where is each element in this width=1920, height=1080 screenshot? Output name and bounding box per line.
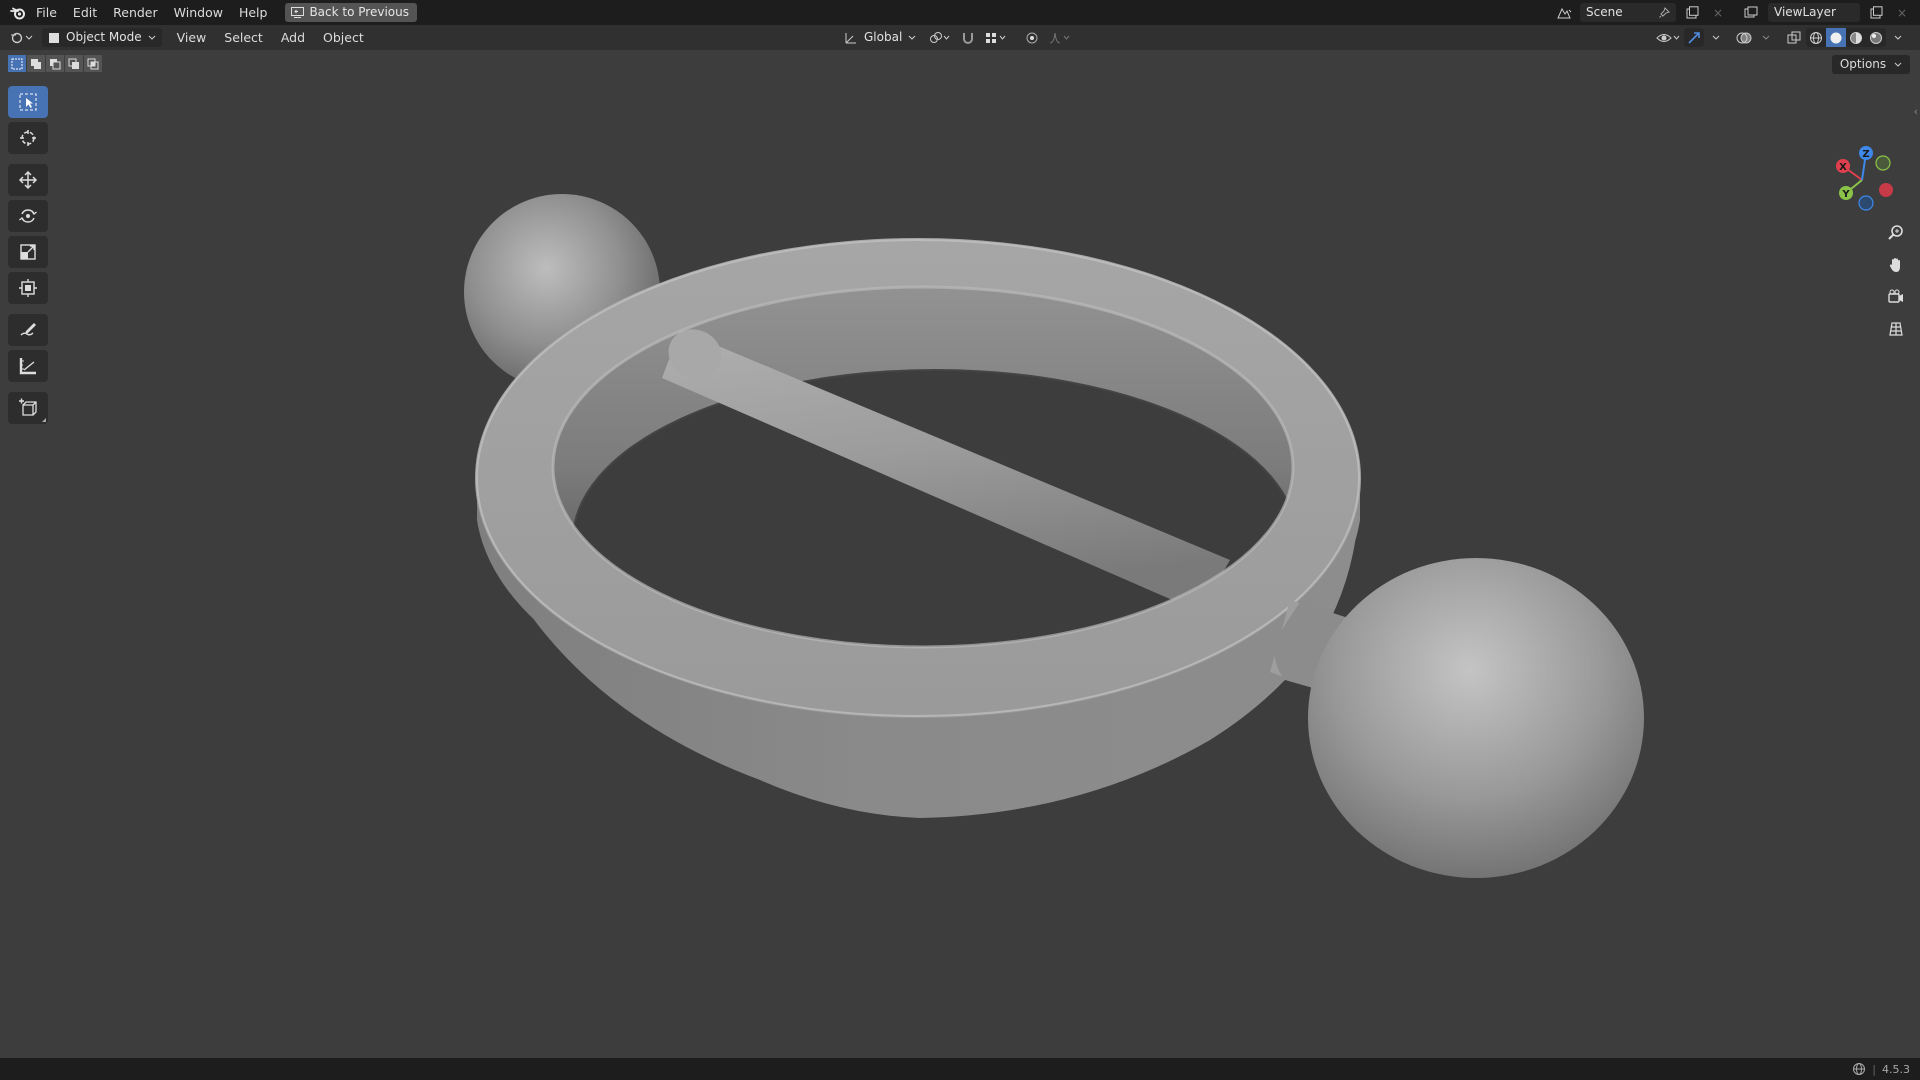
y-axis-label: Y — [1841, 189, 1850, 200]
chevron-down-icon — [148, 35, 156, 41]
mode-label: Object Mode — [66, 30, 142, 44]
view-layer-name: ViewLayer — [1774, 5, 1836, 19]
add-cube-icon — [18, 398, 38, 418]
rotate-icon — [18, 206, 38, 226]
annotate-pencil-icon — [18, 320, 38, 340]
pan-hand-icon[interactable] — [1882, 252, 1910, 278]
x-axis-label: X — [1839, 162, 1847, 173]
header-right-tools — [1654, 28, 1908, 47]
proportional-falloff-icon[interactable] — [1046, 28, 1074, 47]
view-layer-icon[interactable] — [1742, 3, 1762, 22]
header-menu-select[interactable]: Select — [215, 30, 272, 45]
perspective-grid-icon[interactable] — [1882, 316, 1910, 342]
status-bar: | 4.5.3 — [0, 1058, 1920, 1080]
cursor-icon — [18, 128, 38, 148]
blender-logo-icon[interactable] — [8, 3, 28, 22]
close-view-layer-icon[interactable]: × — [1892, 3, 1912, 22]
back-to-previous-label: Back to Previous — [309, 5, 409, 19]
gizmo-dropdown-icon[interactable] — [1706, 28, 1726, 47]
snap-toggle-icon[interactable] — [958, 28, 978, 47]
orientation-label: Global — [864, 30, 903, 44]
material-preview-shading-icon[interactable] — [1846, 28, 1866, 47]
negative-x-axis-icon[interactable] — [1879, 183, 1893, 197]
shading-dropdown-icon[interactable] — [1888, 28, 1908, 47]
rendered-shading-icon[interactable] — [1866, 28, 1886, 47]
view-layer-field[interactable]: ViewLayer — [1768, 3, 1860, 22]
transform-tool[interactable] — [8, 272, 48, 304]
scene-icon[interactable] — [1554, 3, 1574, 22]
xray-toggle-icon[interactable] — [1784, 28, 1804, 47]
viewport-header: Object Mode View Select Add Object Globa… — [0, 25, 1920, 50]
visibility-eye-icon[interactable] — [1654, 28, 1682, 47]
back-screen-icon — [291, 7, 305, 18]
large-sphere[interactable] — [1308, 558, 1644, 878]
scene-name: Scene — [1586, 5, 1623, 19]
menu-render[interactable]: Render — [105, 0, 166, 25]
network-globe-icon[interactable] — [1852, 1062, 1866, 1076]
rotate-tool[interactable] — [8, 200, 48, 232]
menu-help[interactable]: Help — [231, 0, 276, 25]
header-menu-object[interactable]: Object — [314, 30, 373, 45]
tool-shelf — [8, 86, 48, 424]
viewport-navigation-buttons — [1882, 220, 1910, 342]
measure-tool[interactable] — [8, 350, 48, 382]
menu-edit[interactable]: Edit — [65, 0, 105, 25]
scene-render — [464, 194, 1644, 878]
header-center-tools: Global — [838, 28, 1074, 47]
z-axis-label: Z — [1862, 149, 1869, 160]
scale-tool[interactable] — [8, 236, 48, 268]
version-label: 4.5.3 — [1882, 1062, 1910, 1076]
transform-icon — [18, 278, 38, 298]
tool-variants-indicator — [42, 418, 46, 422]
add-cube-tool[interactable] — [8, 392, 48, 424]
move-icon — [18, 170, 38, 190]
new-view-layer-icon[interactable] — [1866, 3, 1886, 22]
solid-shading-icon[interactable] — [1826, 28, 1846, 47]
navigation-gizmo[interactable]: X Y Z — [1820, 140, 1900, 220]
mode-dropdown[interactable]: Object Mode — [42, 28, 162, 47]
overlays-dropdown-icon[interactable] — [1756, 28, 1776, 47]
measure-ruler-icon — [18, 356, 38, 376]
back-to-previous-button[interactable]: Back to Previous — [285, 3, 417, 22]
scene-field[interactable]: Scene — [1580, 3, 1676, 22]
pin-icon[interactable] — [1659, 7, 1670, 18]
select-box-icon — [18, 92, 38, 112]
status-divider: | — [1872, 1062, 1876, 1076]
editor-type-icon[interactable] — [8, 28, 36, 47]
pivot-point-icon[interactable] — [926, 28, 954, 47]
header-menu-add[interactable]: Add — [272, 30, 314, 45]
negative-z-axis-icon[interactable] — [1858, 195, 1874, 211]
sidebar-toggle-icon[interactable]: ‹ — [1914, 105, 1918, 118]
shading-mode-group — [1806, 28, 1886, 47]
camera-view-icon[interactable] — [1882, 284, 1910, 310]
new-scene-icon[interactable] — [1682, 3, 1702, 22]
cursor-tool[interactable] — [8, 122, 48, 154]
snap-target-icon[interactable] — [982, 28, 1010, 47]
close-scene-icon[interactable]: × — [1708, 3, 1728, 22]
orientation-axis-icon — [844, 31, 858, 45]
move-tool[interactable] — [8, 164, 48, 196]
menu-window[interactable]: Window — [166, 0, 231, 25]
top-bar: File Edit Render Window Help Back to Pre… — [0, 0, 1920, 25]
3d-viewport[interactable]: X Y Z ‹ — [0, 50, 1920, 1058]
select-box-tool[interactable] — [8, 86, 48, 118]
wireframe-shading-icon[interactable] — [1806, 28, 1826, 47]
negative-y-axis-icon[interactable] — [1875, 155, 1891, 171]
transform-orientation-dropdown[interactable]: Global — [838, 28, 922, 47]
overlays-icon[interactable] — [1734, 28, 1754, 47]
gizmo-toggle-icon[interactable] — [1684, 28, 1704, 47]
menu-file[interactable]: File — [28, 0, 65, 25]
chevron-down-icon — [908, 35, 916, 41]
proportional-editing-icon[interactable] — [1022, 28, 1042, 47]
annotate-tool[interactable] — [8, 314, 48, 346]
top-right-group: Scene × ViewLayer × — [1554, 3, 1912, 22]
zoom-icon[interactable] — [1882, 220, 1910, 246]
header-menu-view[interactable]: View — [168, 30, 216, 45]
object-mode-icon — [48, 32, 60, 44]
scale-icon — [18, 242, 38, 262]
